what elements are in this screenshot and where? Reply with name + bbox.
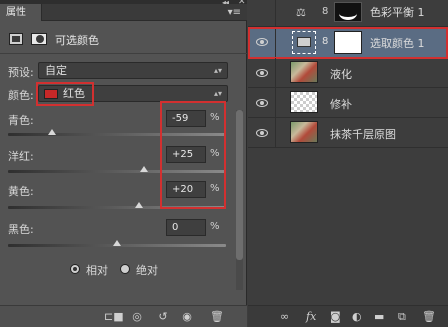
visibility-toggle[interactable] <box>248 58 276 88</box>
radio-relative-label: 相对 <box>86 264 108 277</box>
adjustment-header: 可选颜色 <box>0 24 247 54</box>
cyan-label: 青色: <box>8 114 34 127</box>
adjustment-title: 可选颜色 <box>55 34 99 47</box>
layer-name: 抹茶千层原图 <box>330 128 396 141</box>
cyan-slider-thumb[interactable] <box>47 129 56 135</box>
layers-bottom-bar: ∞ fx ◙ ◐ ▬ ⧉ 🗑 <box>248 305 448 327</box>
radio-relative[interactable] <box>70 264 80 274</box>
preset-value: 自定 <box>45 64 67 77</box>
link-layers-icon[interactable]: ∞ <box>280 311 289 323</box>
layer-row-original[interactable]: 抹茶千层原图 <box>248 118 448 148</box>
visibility-toggle[interactable] <box>248 88 276 118</box>
trash-icon[interactable]: 🗑 <box>422 311 436 323</box>
tab-properties[interactable]: 属性 <box>0 4 42 21</box>
layer-mask-icon[interactable] <box>31 33 47 45</box>
preset-dropdown[interactable]: 自定 ▴▾ <box>38 62 228 79</box>
black-input[interactable]: 0 <box>166 219 206 236</box>
black-slider-thumb[interactable] <box>113 240 121 246</box>
selected-layer-highlight-box <box>248 27 448 59</box>
layer-row-liquify[interactable]: 液化 <box>248 58 448 88</box>
radio-absolute-label: 绝对 <box>136 264 158 277</box>
menu-icon[interactable]: ▾≡ <box>228 4 241 21</box>
reset-icon[interactable]: ↺ <box>156 310 170 323</box>
panel-scrollbar[interactable] <box>236 110 243 290</box>
visibility-toggle[interactable] <box>248 0 276 30</box>
fx-icon[interactable]: fx <box>306 311 316 323</box>
selective-color-adjustment-icon[interactable] <box>9 33 23 45</box>
magenta-slider-thumb[interactable] <box>140 166 149 172</box>
colors-label: 颜色: <box>8 89 34 102</box>
eye-icon <box>256 69 268 77</box>
properties-panel: ◂◂ ✕ 属性 ▾≡ 可选颜色 预设: 自定 ▴▾ 颜色: 红色 ▴▾ 青色: … <box>0 0 247 327</box>
black-label: 黑色: <box>8 223 34 236</box>
yellow-label: 黄色: <box>8 185 34 198</box>
clip-to-layer-icon[interactable]: ⊏■ <box>104 310 124 323</box>
view-previous-state-icon[interactable]: ◎ <box>130 310 144 323</box>
layer-mask-thumbnail[interactable] <box>334 2 362 22</box>
radio-absolute[interactable] <box>120 264 130 274</box>
trash-icon[interactable]: 🗑 <box>210 310 224 323</box>
layer-row-patch[interactable]: 修补 <box>248 88 448 118</box>
layer-thumbnail <box>290 121 318 143</box>
link-icon[interactable]: 8 <box>322 6 328 17</box>
values-highlight-box <box>160 101 226 209</box>
eye-icon <box>256 129 268 137</box>
layer-row-selective-color[interactable]: 8 选取颜色 1 <box>248 27 448 59</box>
colors-highlight-box <box>36 82 94 106</box>
layer-name: 修补 <box>330 98 352 111</box>
layers-panel: ⚖ 8 色彩平衡 1 8 选取颜色 1 液化 修补 抹茶千层原图 ∞ fx ◙ … <box>248 0 448 327</box>
dropdown-arrows-icon: ▴▾ <box>213 66 222 75</box>
dropdown-arrows-icon: ▴▾ <box>213 89 222 98</box>
properties-bottom-bar: ⊏■ ◎ ↺ ◉ 🗑 <box>0 305 247 327</box>
scrollbar-thumb[interactable] <box>236 110 243 260</box>
folder-icon[interactable]: ▬ <box>374 311 384 323</box>
layer-row-color-balance[interactable]: ⚖ 8 色彩平衡 1 <box>248 0 448 30</box>
new-layer-icon[interactable]: ⧉ <box>398 311 406 323</box>
visibility-eye-icon[interactable]: ◉ <box>180 310 194 323</box>
magenta-label: 洋红: <box>8 150 34 163</box>
add-mask-icon[interactable]: ◙ <box>330 311 341 323</box>
eye-icon <box>256 99 268 107</box>
visibility-toggle[interactable] <box>248 118 276 148</box>
black-unit: % <box>210 221 220 232</box>
preset-label: 预设: <box>8 66 34 79</box>
color-balance-adjustment-icon: ⚖ <box>296 6 306 19</box>
layer-thumbnail <box>290 61 318 83</box>
layer-thumbnail <box>290 91 318 113</box>
adjustment-layer-icon[interactable]: ◐ <box>352 311 362 323</box>
layer-name: 液化 <box>330 68 352 81</box>
layer-name: 色彩平衡 1 <box>370 6 425 19</box>
panel-tab-bar: 属性 ▾≡ <box>0 4 247 21</box>
yellow-slider-thumb[interactable] <box>134 202 143 208</box>
